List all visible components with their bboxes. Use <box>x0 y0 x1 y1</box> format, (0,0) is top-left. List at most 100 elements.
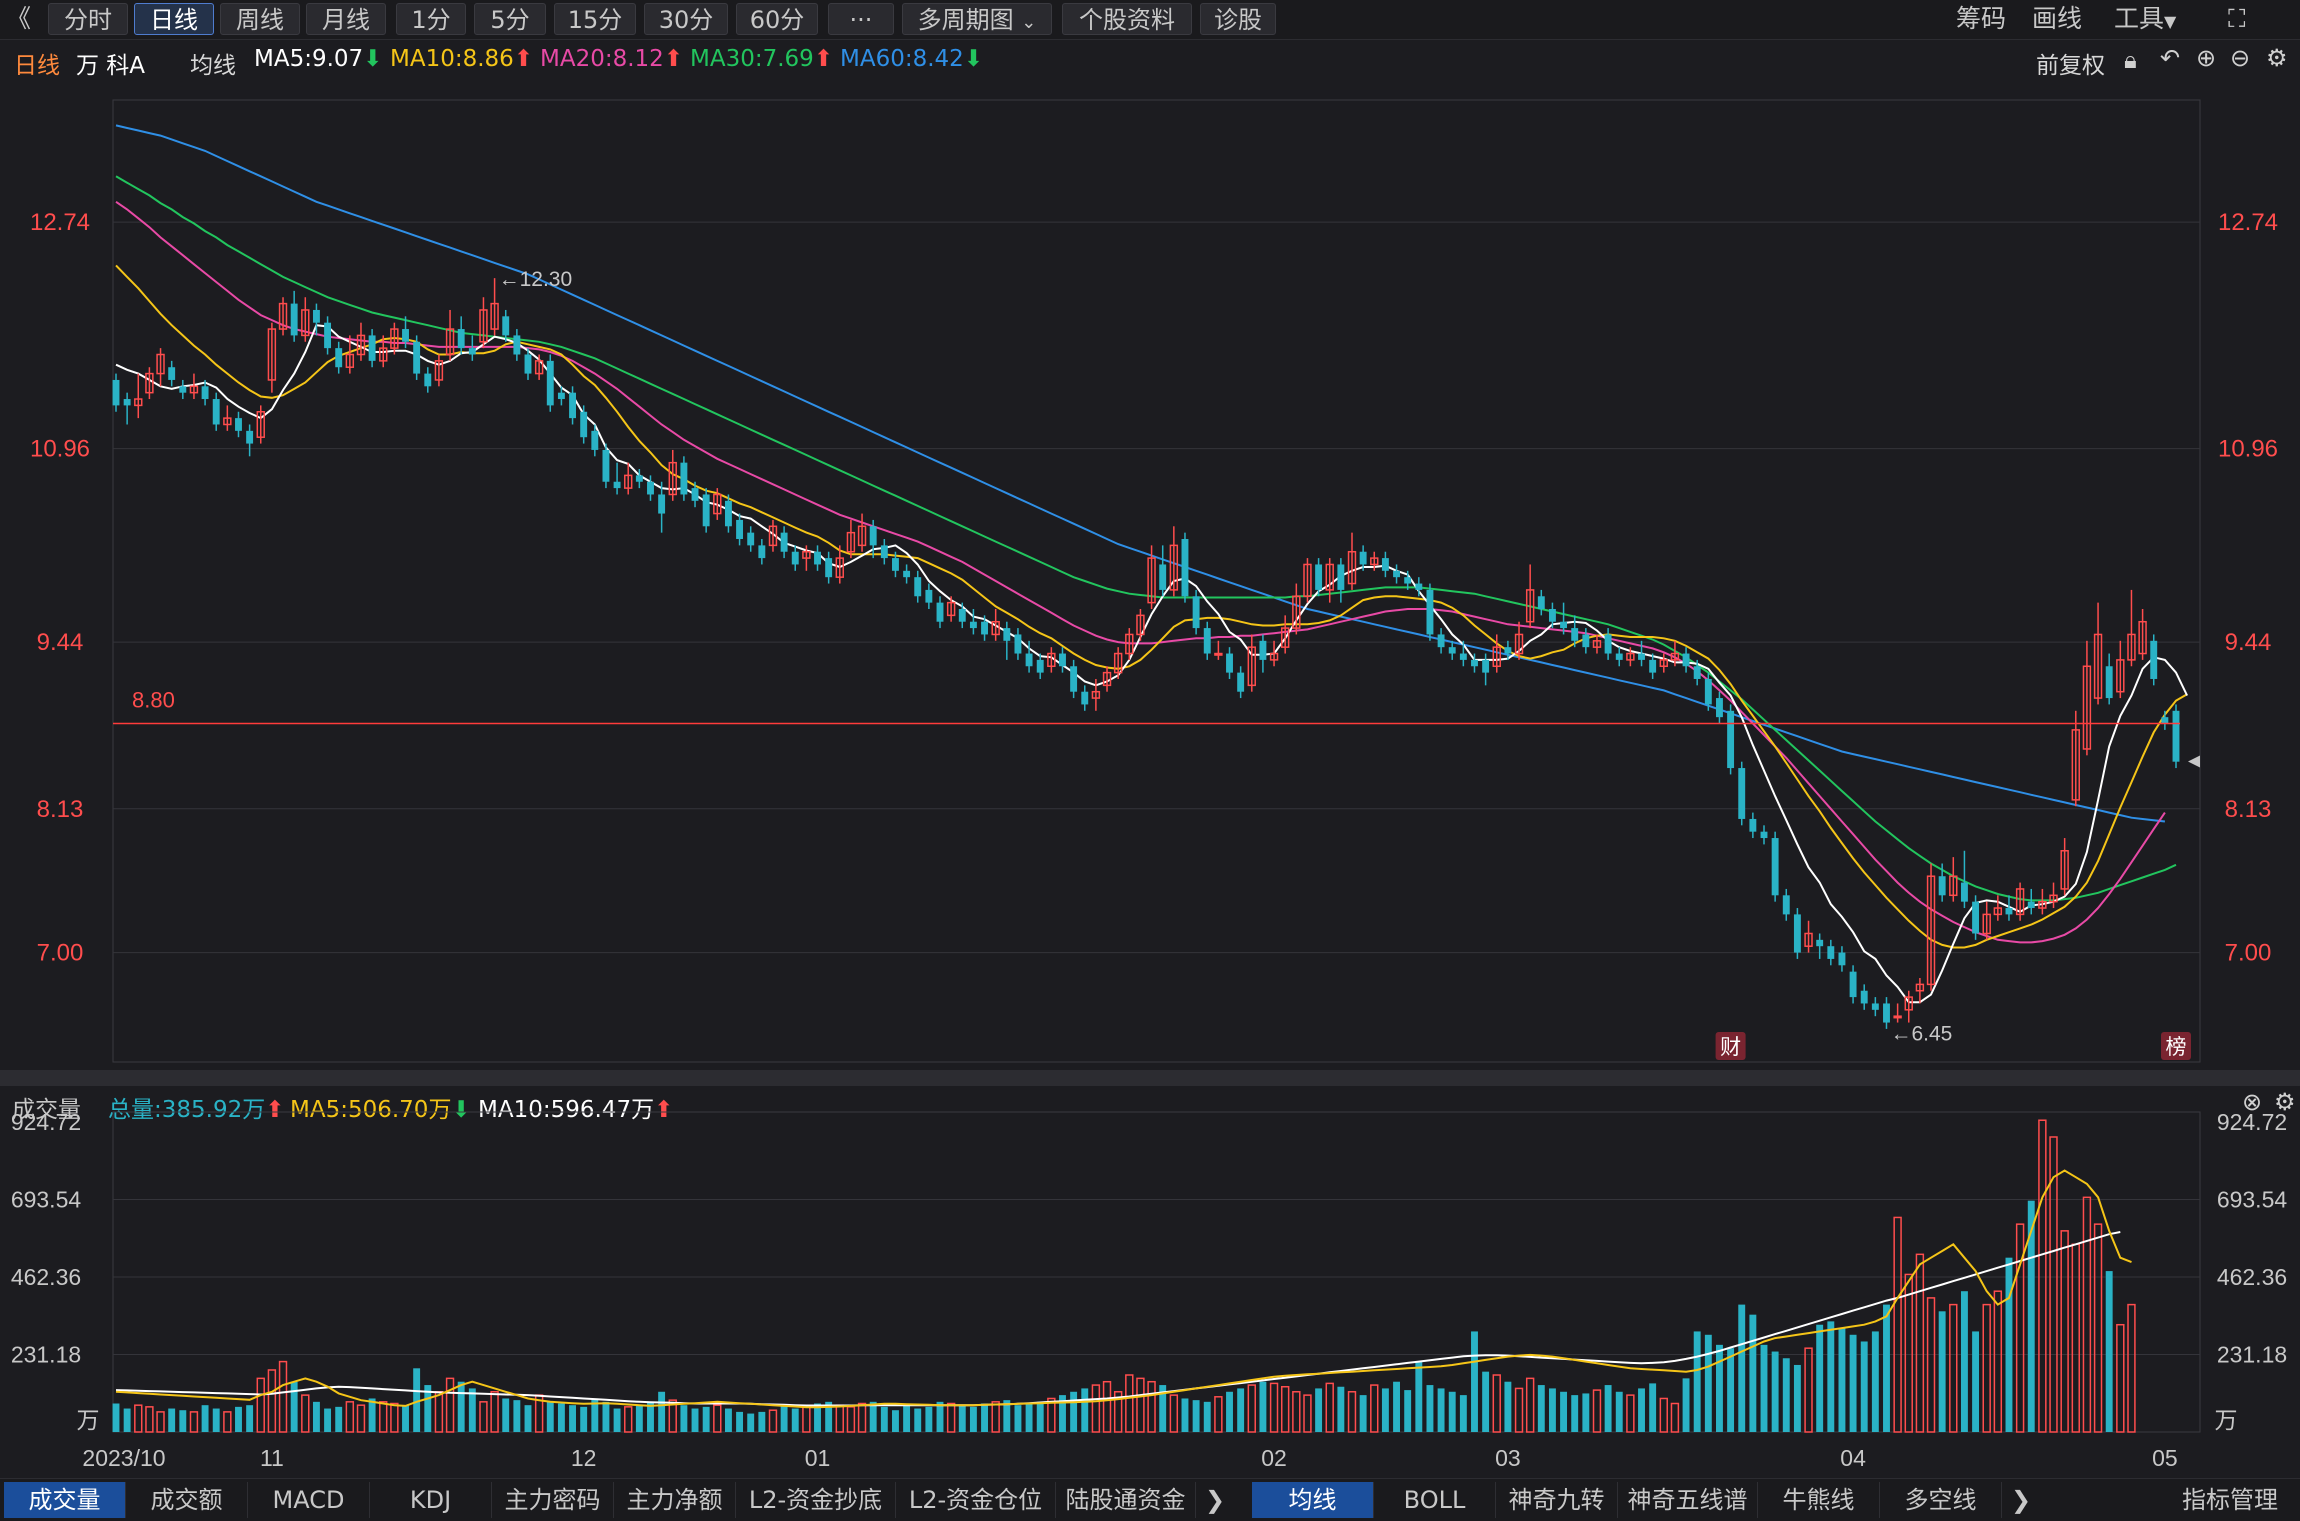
volume-bar-down <box>1259 1381 1267 1432</box>
chevron-right-icon[interactable]: ❯ <box>2006 1482 2036 1518</box>
candle-body <box>1883 1003 1890 1023</box>
candle-down <box>702 488 710 533</box>
candle-down <box>1604 628 1612 660</box>
price-pane-border <box>112 99 2201 1063</box>
candle-up <box>267 322 277 393</box>
tab-boll[interactable]: BOLL <box>1374 1482 1496 1518</box>
volume-bar-up <box>857 1402 867 1433</box>
tab-volume[interactable]: 成交量 <box>4 1482 126 1518</box>
tab-hk-connect[interactable]: 陆股通资金 <box>1056 1482 1196 1518</box>
volume-bar-up <box>379 1401 388 1433</box>
candle-down <box>691 481 699 508</box>
candle-down <box>1716 691 1723 724</box>
volume-bar-down <box>1181 1398 1189 1432</box>
tab-ma[interactable]: 均线 <box>1252 1482 1374 1518</box>
candle-up <box>1325 558 1334 603</box>
volume-bar-down <box>2105 1271 2113 1432</box>
volume-bar-up <box>846 1406 856 1433</box>
candle-up <box>1804 920 1813 953</box>
volume-bars <box>112 1119 2136 1433</box>
volume-bar-up <box>1347 1391 1357 1433</box>
candle-up <box>846 519 856 559</box>
candle-down <box>1393 564 1400 584</box>
candle-body <box>1014 634 1022 654</box>
candle-body <box>1537 596 1545 609</box>
ma30-line <box>115 175 2177 902</box>
candle-body <box>880 545 888 559</box>
volume-bar-down <box>1415 1361 1423 1432</box>
candle-body <box>1849 971 1857 998</box>
tab-main-net[interactable]: 主力净额 <box>614 1482 736 1518</box>
candle-body <box>1471 659 1478 667</box>
tab-main-code[interactable]: 主力密码 <box>492 1482 614 1518</box>
candle-body <box>1181 539 1189 597</box>
candle-down <box>1003 621 1011 660</box>
tab-kdj[interactable]: KDJ <box>370 1482 492 1518</box>
candle-down <box>2105 653 2113 705</box>
candle-body <box>1025 653 1033 667</box>
candle-down <box>791 545 799 571</box>
chevron-right-icon[interactable]: ❯ <box>1200 1482 1230 1518</box>
volume-bar-up <box>490 1391 499 1433</box>
price-label-left: 10.96 <box>30 436 90 463</box>
tab-l2-bottom-buy[interactable]: L2-资金抄底 <box>736 1482 896 1518</box>
volume-bar-up <box>2093 1223 2103 1433</box>
candle-down <box>925 583 933 609</box>
candle-up <box>301 297 310 342</box>
tab-magic-nine[interactable]: 神奇九转 <box>1496 1482 1618 1518</box>
candle-body <box>1548 608 1556 622</box>
candle-down <box>1883 997 1890 1029</box>
volume-bar-down <box>1782 1358 1790 1432</box>
volume-bar-down <box>1471 1331 1478 1432</box>
volume-bar-up <box>1492 1374 1501 1433</box>
volume-bar-down <box>1237 1388 1245 1432</box>
volume-bar-down <box>1437 1388 1445 1432</box>
ranking-marker: 榜 <box>2161 1032 2191 1060</box>
candle-body <box>1381 558 1389 571</box>
volume-bar-down <box>1693 1331 1701 1432</box>
volume-bar-down <box>780 1405 788 1432</box>
volume-bar-down <box>635 1405 643 1432</box>
candle-down <box>1727 704 1735 775</box>
candle-down <box>179 379 187 400</box>
candle-up <box>2116 640 2125 699</box>
candle-body <box>1727 710 1735 769</box>
candle-up <box>2049 882 2058 909</box>
volume-bar-down <box>1482 1371 1490 1432</box>
volume-bar-up <box>1904 1273 1913 1433</box>
volume-bar-down <box>546 1401 554 1432</box>
volume-bar-up <box>267 1369 277 1433</box>
indicator-manage-button[interactable]: 指标管理 <box>2164 1482 2296 1518</box>
candle-body <box>680 462 688 495</box>
candle-body <box>591 430 599 450</box>
candle-down <box>1615 647 1623 667</box>
tab-long-short[interactable]: 多空线 <box>1880 1482 2002 1518</box>
ma20-line <box>115 200 2166 944</box>
volume-bar-down <box>691 1408 699 1432</box>
candle-body <box>468 348 476 355</box>
candle-down <box>569 386 576 425</box>
candle-body <box>246 430 254 444</box>
kline-chart[interactable]: 12.74 12.74 10.96 10.96 9.44 9.44 8.13 8.13 7.00… <box>0 0 2300 1478</box>
volume-bar-down <box>246 1405 254 1432</box>
candle-body <box>1649 659 1657 673</box>
volume-bar-up <box>345 1401 355 1433</box>
volume-bar-down <box>1315 1388 1323 1432</box>
candle-body <box>1760 831 1768 839</box>
tab-turnover[interactable]: 成交额 <box>126 1482 248 1518</box>
tab-l2-position[interactable]: L2-资金仓位 <box>896 1482 1056 1518</box>
candle-down <box>2027 888 2035 915</box>
volume-bar-down <box>702 1406 710 1432</box>
volume-bar-up <box>445 1377 455 1433</box>
candle-down <box>880 539 888 565</box>
tab-magic-five[interactable]: 神奇五线谱 <box>1618 1482 1758 1518</box>
candle-body <box>1426 589 1434 635</box>
tab-macd[interactable]: MACD <box>248 1482 370 1518</box>
candle-down <box>546 354 554 412</box>
volume-bar-down <box>1426 1385 1434 1432</box>
candle-up <box>2138 608 2147 660</box>
volume-label-left: 924.72 <box>11 1109 81 1135</box>
volume-bar-up <box>1147 1380 1156 1433</box>
tab-bull-bear[interactable]: 牛熊线 <box>1758 1482 1880 1518</box>
candle-body <box>1738 768 1746 819</box>
